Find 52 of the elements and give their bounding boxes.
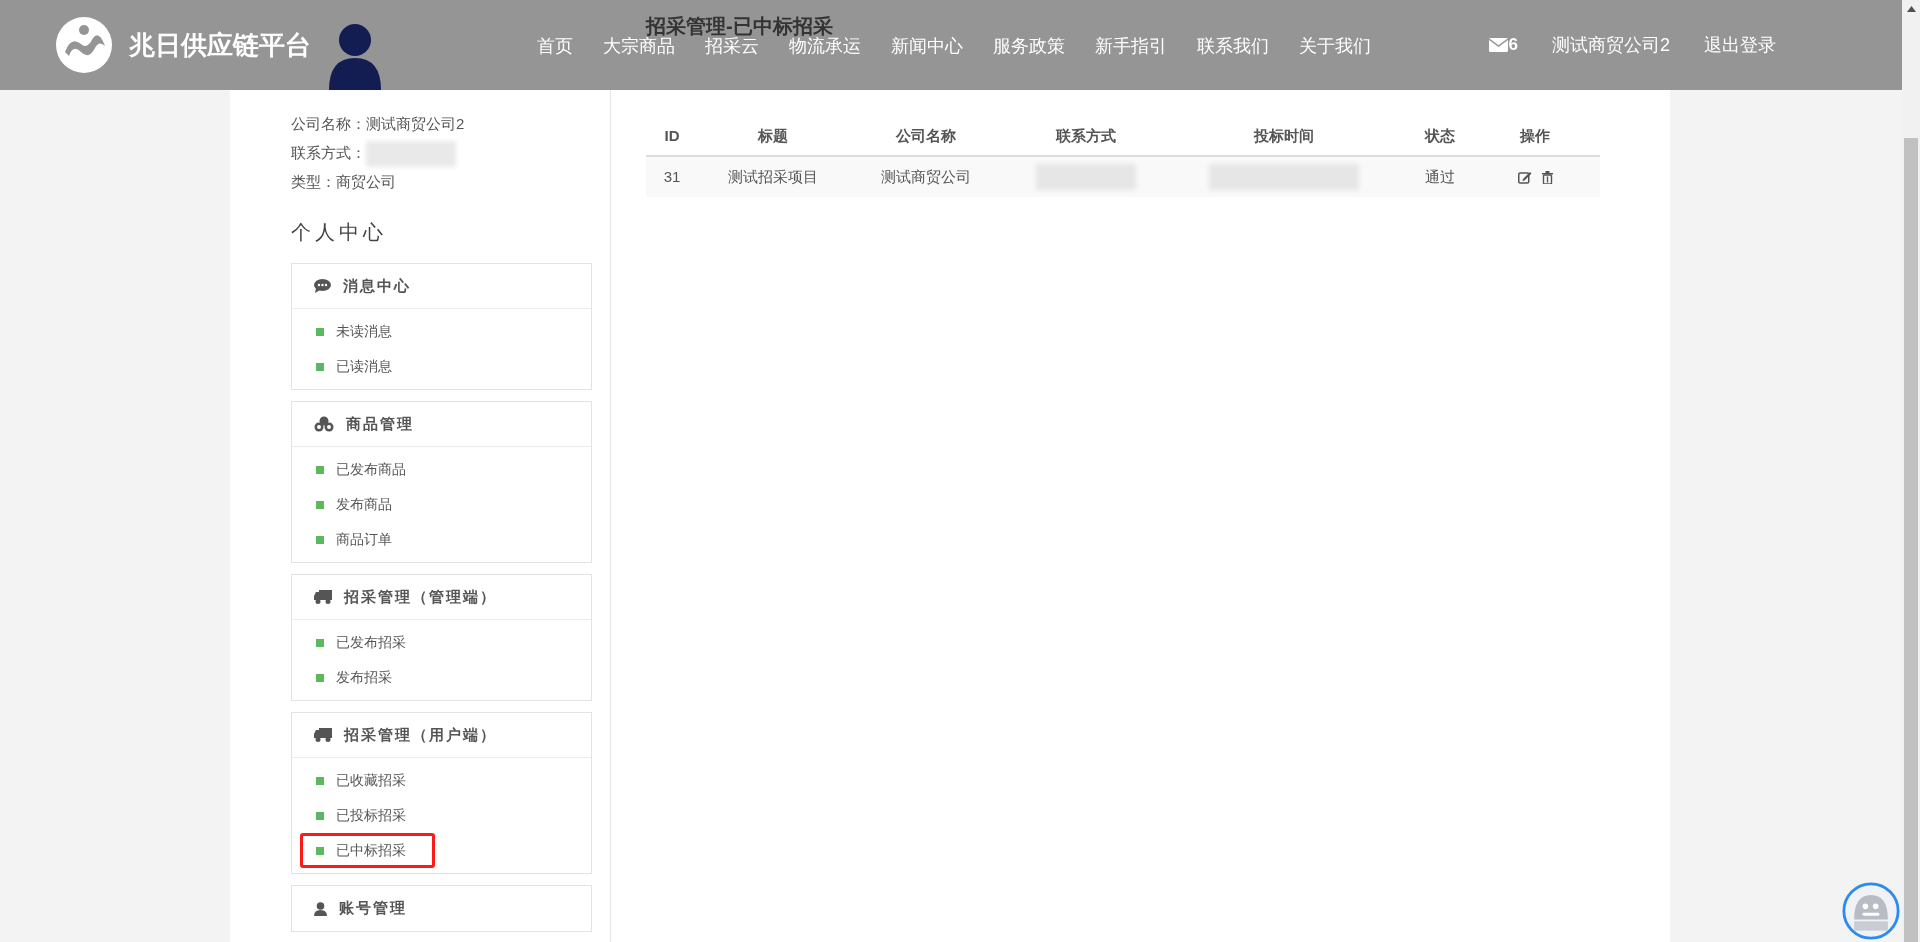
menu-item[interactable]: 已发布商品 [300, 452, 435, 487]
column-header: ID [663, 125, 681, 146]
menu-section-title[interactable]: 商品管理 [346, 412, 414, 436]
menu-section-title[interactable]: 招采管理（用户端） [344, 723, 497, 747]
profile-label: 类型：商贸公司 [291, 172, 396, 193]
bullet-icon [316, 638, 324, 647]
bullet-icon [316, 535, 324, 544]
profile-label: 联系方式： [291, 143, 366, 164]
scroll-up-icon[interactable] [1906, 6, 1916, 12]
menu-item[interactable]: 已收藏招采 [300, 763, 435, 798]
bullet-icon [316, 811, 324, 820]
menu-section-title[interactable]: 账号管理 [339, 897, 407, 920]
menu-item[interactable]: 已发布招采 [300, 625, 435, 660]
menu-section-title[interactable]: 招采管理（管理端） [344, 585, 497, 609]
bullet-icon [316, 327, 324, 336]
page-title: 招采管理-已中标招采 [646, 16, 833, 36]
column-header: 投标时间 [1252, 125, 1315, 146]
cubes-icon [314, 416, 334, 432]
table-cell-text: 通过 [1425, 166, 1455, 187]
table-cell-text: 31 [663, 166, 681, 187]
menu-item[interactable]: 已投标招采 [300, 798, 435, 833]
menu-item[interactable]: 已读消息 [300, 349, 435, 384]
menu-section-title[interactable]: 消息中心 [343, 274, 411, 298]
user-icon [314, 901, 327, 916]
column-header: 标题 [756, 125, 789, 146]
bullet-icon [316, 673, 324, 682]
truck-icon [314, 590, 332, 604]
menu-item[interactable]: 已中标招采 [300, 833, 435, 868]
truck-icon [314, 728, 332, 742]
column-header: 状态 [1423, 125, 1456, 146]
logo-icon[interactable] [55, 16, 113, 74]
delete-icon[interactable] [1541, 170, 1553, 184]
bullet-icon [316, 465, 324, 474]
bullet-icon [316, 846, 324, 855]
menu-item[interactable]: 发布招采 [300, 660, 435, 695]
bullet-icon [316, 362, 324, 371]
menu-item[interactable]: 未读消息 [300, 314, 435, 349]
column-header: 联系方式 [1054, 125, 1117, 146]
edit-icon[interactable] [1517, 170, 1532, 184]
column-header: 公司名称 [894, 125, 957, 146]
table-cell-text: 测试招采项目 [728, 166, 818, 187]
chat-icon [314, 279, 331, 293]
bullet-icon [316, 500, 324, 509]
table-cell-text: 测试商贸公司 [880, 166, 971, 187]
bullet-icon [316, 776, 324, 785]
menu-item[interactable]: 商品订单 [300, 522, 435, 557]
avatar-icon [329, 24, 381, 90]
profile-label: 公司名称：测试商贸公司2 [291, 114, 465, 135]
sidebar-title: 个人中心 [291, 219, 388, 246]
column-header: 操作 [1519, 125, 1551, 146]
robot-assistant-icon[interactable] [1842, 882, 1900, 940]
menu-item[interactable]: 发布商品 [300, 487, 435, 522]
